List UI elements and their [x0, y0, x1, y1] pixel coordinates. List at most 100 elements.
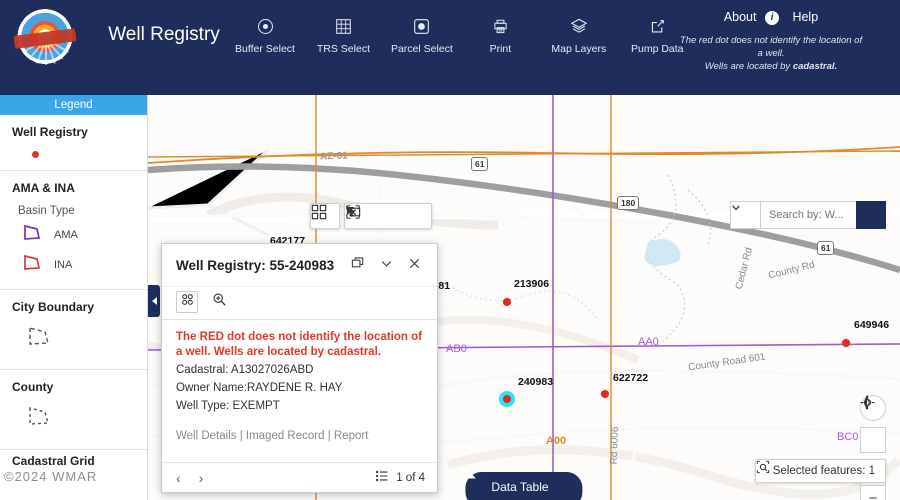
disclaimer-line-1: The red dot does not identify the locati… — [679, 34, 863, 46]
popup-links[interactable]: Well Details | Imaged Record | Report — [176, 430, 423, 442]
popup-close-button[interactable] — [403, 256, 425, 276]
legend-item-ama: AMA — [22, 223, 135, 247]
popup-field-well-type: Well Type: EXEMPT — [176, 400, 280, 412]
well-label: 213906 — [514, 278, 550, 290]
legend-section-title: AMA & INA — [12, 181, 75, 195]
well-dot-selected[interactable] — [503, 395, 511, 403]
search-icon — [731, 202, 743, 214]
search-button[interactable] — [731, 201, 886, 229]
tool-parcel-select[interactable]: Parcel Select — [385, 14, 459, 55]
legend-item-ina: INA — [22, 253, 135, 277]
grid-label: AA0 — [638, 336, 659, 348]
legend-section-title: City Boundary — [12, 300, 95, 314]
well-dot[interactable] — [503, 298, 511, 306]
popup-header: Well Registry: 55-240983 — [162, 244, 437, 286]
data-table-label: Data Table — [491, 480, 549, 494]
tool-trs-select[interactable]: TRS Select — [306, 14, 380, 55]
legend-section-county: County — [0, 370, 147, 450]
buffer-select-icon — [228, 14, 302, 38]
legend-item-label: INA — [54, 259, 73, 271]
tool-label: Print — [489, 43, 512, 55]
popup-links-text[interactable]: Well Details | Imaged Record | Report — [176, 430, 368, 442]
grid-icon — [306, 14, 380, 38]
popup-prev-button[interactable]: ‹ — [176, 470, 181, 486]
zoom-to-button[interactable] — [208, 291, 230, 313]
legend-item-label: AMA — [54, 229, 78, 241]
highway-shield: 180 — [617, 196, 640, 210]
popup-next-button[interactable]: › — [199, 470, 204, 486]
four-squares-select-icon[interactable] — [311, 204, 335, 226]
popup-title: Well Registry: 55-240983 — [176, 258, 335, 273]
red-dot-symbol — [32, 151, 39, 158]
legend-section-title: County — [12, 380, 54, 394]
well-label: 622722 — [613, 372, 649, 384]
header-disclaimer: The red dot does not identify the locati… — [656, 34, 886, 73]
legend-subtitle: Basin Type — [18, 205, 75, 217]
tool-label: Parcel Select — [390, 43, 453, 55]
legend-section-title: Well Registry — [12, 125, 88, 139]
road-label: Rd 6006 — [608, 426, 622, 465]
ina-polygon-icon — [22, 253, 44, 277]
popup-field-owner: Owner Name:RAYDENE R. HAY — [176, 382, 343, 394]
header-right: About i Help The red dot does not identi… — [656, 10, 886, 73]
chevron-left-icon — [151, 297, 157, 305]
well-dot[interactable] — [842, 339, 850, 347]
data-table-button[interactable]: Data Table — [465, 472, 583, 500]
city-boundary-symbol — [26, 324, 135, 355]
highway-shield: 61 — [471, 157, 489, 171]
selected-features-badge[interactable]: Selected features: 1 — [754, 459, 886, 483]
highway-shield: 61 — [817, 241, 835, 255]
zoom-to-icon — [212, 292, 227, 312]
well-label: 240983 — [518, 376, 554, 388]
map-select-toolbar — [310, 203, 340, 229]
attributes-table-icon — [180, 292, 195, 312]
help-link[interactable]: Help — [792, 10, 818, 24]
tool-buffer-select[interactable]: Buffer Select — [228, 14, 302, 55]
road-label: AZ-61 — [319, 150, 348, 163]
popup-dock-button[interactable] — [347, 256, 369, 276]
grid-label: BC0 — [837, 431, 859, 443]
tool-map-layers[interactable]: Map Layers — [542, 14, 616, 55]
disclaimer-line-3: Wells are located by cadastral. — [656, 60, 886, 73]
header-toolbar: Buffer Select TRS Select Parcel Select P… — [228, 14, 694, 70]
search-input[interactable] — [760, 201, 856, 229]
close-icon — [408, 257, 421, 275]
tool-label: Buffer Select — [235, 43, 295, 55]
selected-features-label: Selected features: 1 — [772, 465, 875, 477]
locate-button[interactable] — [860, 395, 886, 453]
adwr-seal-logo — [14, 8, 76, 70]
list-icon — [375, 469, 389, 486]
legend-header[interactable]: Legend — [0, 95, 147, 115]
tool-print[interactable]: Print — [463, 14, 537, 55]
attributes-table-button[interactable] — [176, 291, 198, 313]
legend-section-title: Cadastral Grid — [12, 454, 95, 468]
grid-label: A00 — [546, 435, 567, 447]
parcel-select-icon — [385, 14, 459, 38]
app-header: Well Registry Buffer Select TRS Select P… — [0, 0, 900, 95]
popup-footer: ‹ › 1 of 4 — [162, 462, 437, 492]
ama-polygon-icon — [22, 223, 44, 247]
county-symbol — [26, 404, 135, 435]
well-dot[interactable] — [601, 390, 609, 398]
clear-selection-icon[interactable] — [346, 205, 425, 226]
map-search — [730, 201, 886, 229]
info-icon[interactable]: i — [764, 10, 779, 25]
zoom-out-button[interactable]: − — [860, 485, 886, 500]
map-cursor-toolbar — [344, 203, 432, 229]
disclaimer-emphasis: cadastral. — [792, 60, 838, 72]
app-title: Well Registry — [108, 24, 220, 45]
caret-down-icon[interactable] — [346, 206, 398, 226]
disclaimer-line-2: a well. — [757, 47, 785, 59]
sidebar-collapse-handle[interactable] — [148, 285, 160, 317]
legend-body: Well Registry AMA & INA Basin Type AMA I… — [0, 115, 147, 468]
popup-feature-counter[interactable]: 1 of 4 — [375, 469, 425, 486]
about-link[interactable]: About — [724, 10, 757, 24]
popup-counter-label: 1 of 4 — [396, 471, 425, 484]
layers-icon — [542, 14, 616, 38]
copyright-watermark: ©2024 WMAR — [4, 469, 98, 484]
legend-section-city-boundary: City Boundary — [0, 290, 147, 370]
chevron-down-icon — [380, 257, 393, 275]
feature-popup: Well Registry: 55-240983 The RED dot doe… — [161, 243, 438, 493]
well-label: 649946 — [854, 319, 890, 331]
popup-collapse-button[interactable] — [375, 256, 397, 276]
